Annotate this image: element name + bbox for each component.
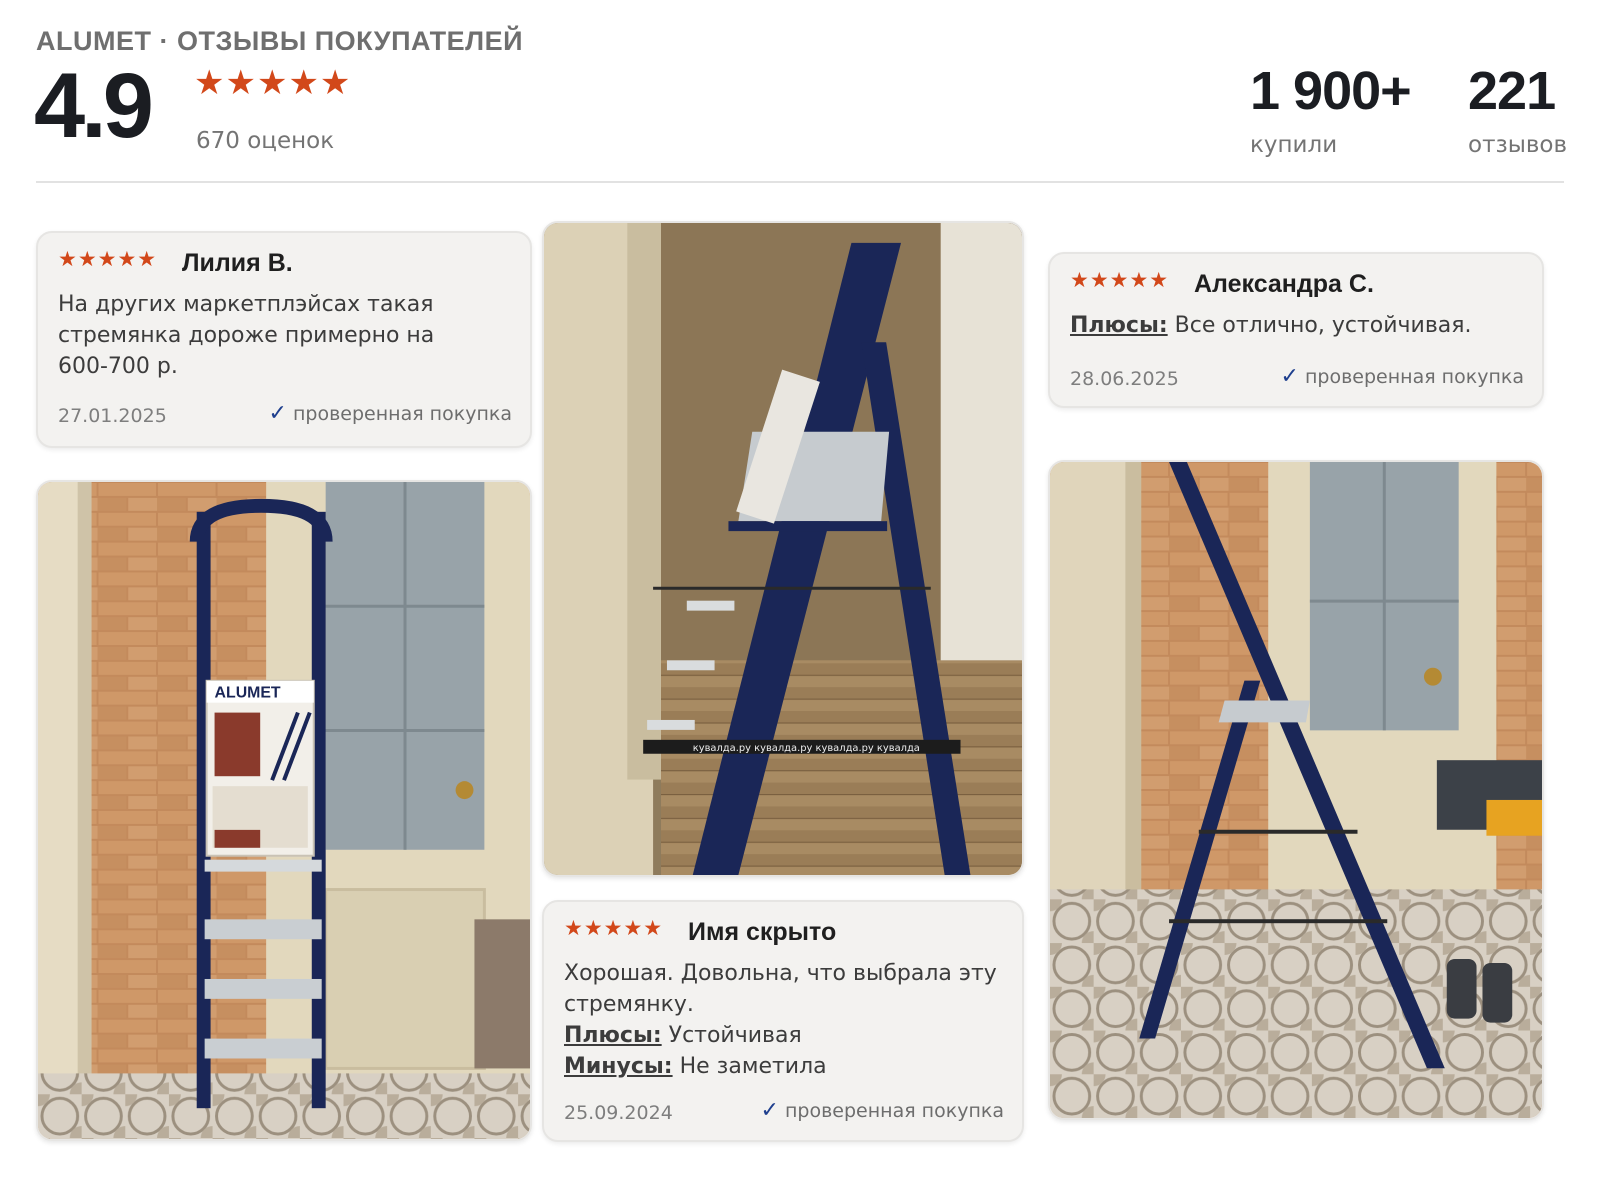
review-date: 28.06.2025 [1070,368,1179,390]
review-stars-icon: ★★★★★ [58,247,158,271]
review-stars-icon: ★★★★★ [564,916,664,940]
review-text: На других маркетплэйсах такая стремянка … [58,292,435,379]
review-body: Хорошая. Довольна, что выбрала эту стрем… [564,961,997,1017]
verified-purchase-badge: ✓ проверенная покупка [1281,364,1524,389]
review-card[interactable]: ★★★★★ Лилия В. На других маркетплэйсах т… [36,231,532,448]
review-text: Хорошая. Довольна, что выбрала эту стрем… [564,958,1004,1082]
ladder-photo-1: ALUMET [38,482,530,1139]
cons-text: Не заметила [679,1054,827,1079]
photo-tape-label: кувалда.ру кувалда.ру кувалда.ру кувалда [693,743,920,754]
bought-label: купили [1250,132,1338,158]
pros-label: Плюсы: [1070,313,1168,338]
review-photo[interactable] [1048,460,1544,1120]
review-card[interactable]: ★★★★★ Александра С. Плюсы: Все отлично, … [1048,252,1544,408]
photo-box-brand: ALUMET [215,685,281,702]
header-divider [36,181,1564,183]
review-author: Александра С. [1194,270,1374,298]
brand-reviews-title: ALUMET · ОТЗЫВЫ ПОКУПАТЕЛЕЙ [36,26,524,56]
verified-purchase-badge: ✓ проверенная покупка [761,1098,1004,1123]
verified-label: проверенная покупка [1304,366,1524,388]
review-pros: Плюсы: Устойчивая [564,1020,1004,1051]
review-author: Лилия В. [182,249,293,277]
review-date: 25.09.2024 [564,1102,673,1124]
ladder-photo-2: кувалда.ру кувалда.ру кувалда.ру кувалда [544,223,1022,875]
review-cons: Минусы: Не заметила [564,1051,1004,1082]
reviews-value: 221 [1468,61,1556,121]
pros-label: Плюсы: [564,1023,662,1048]
pros-text: Устойчивая [668,1023,802,1048]
reviews-label: отзывов [1468,132,1568,158]
review-card[interactable]: ★★★★★ Имя скрыто Хорошая. Довольна, что … [542,900,1024,1142]
checkmark-icon: ✓ [268,401,287,426]
review-photo[interactable]: ALUMET [36,480,532,1141]
review-date: 27.01.2025 [58,405,167,427]
review-text: Плюсы: Все отлично, устойчивая. [1070,310,1530,341]
ratings-count[interactable]: 670 оценок [196,128,334,154]
rating-stars-icon: ★★★★★ [194,63,352,103]
pros-text: Все отлично, устойчивая. [1174,313,1472,338]
stat-reviews[interactable]: 221 отзывов [1468,64,1567,158]
verified-label: проверенная покупка [784,1100,1004,1122]
review-author: Имя скрыто [688,918,837,946]
stat-bought: 1 900+ купили [1250,61,1412,158]
ladder-photo-3 [1050,462,1542,1118]
verified-label: проверенная покупка [292,403,512,425]
review-stars-icon: ★★★★★ [1070,268,1170,292]
bought-value: 1 900+ [1250,61,1412,121]
checkmark-icon: ✓ [1280,364,1299,389]
review-photo[interactable]: кувалда.ру кувалда.ру кувалда.ру кувалда [542,221,1024,877]
verified-purchase-badge: ✓ проверенная покупка [269,401,512,426]
checkmark-icon: ✓ [760,1098,779,1123]
cons-label: Минусы: [564,1054,673,1079]
average-rating: 4.9 [34,55,154,157]
